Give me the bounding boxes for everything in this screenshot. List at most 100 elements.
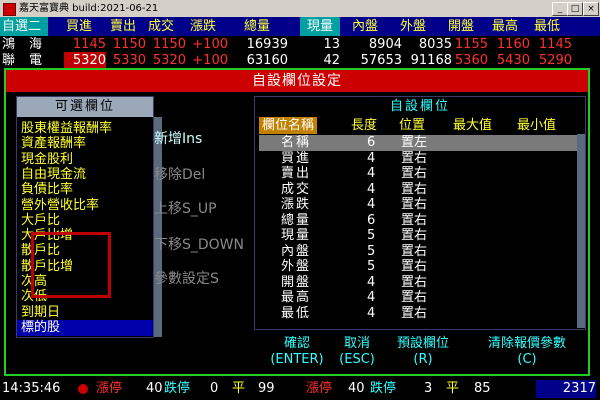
available-column-item[interactable]: 大戶比 — [21, 213, 151, 229]
parameter-settings-button[interactable]: 參數設定S — [154, 268, 219, 288]
field-position: 置右 — [401, 197, 428, 212]
col-header-low[interactable]: 最低 — [534, 17, 560, 36]
col-header-ask[interactable]: 賣出 — [110, 17, 136, 36]
field-position: 置右 — [401, 181, 428, 197]
move-down-button[interactable]: 下移S_DOWN — [154, 234, 244, 254]
custom-column-row[interactable]: 總量 6 置右 — [259, 213, 577, 229]
col-header-last[interactable]: 成交 — [148, 17, 174, 36]
field-position: 置左 — [401, 135, 428, 150]
custom-column-row[interactable]: 現量 5 置右 — [259, 228, 577, 244]
minimize-button[interactable]: _ — [552, 2, 568, 16]
limit-up-count-2: 40 — [348, 381, 365, 396]
field-name: 總量 — [281, 212, 312, 228]
field-length: 6 — [367, 135, 376, 150]
custom-columns-title: 自設欄位 — [389, 99, 450, 114]
zero-count: 0 — [210, 381, 219, 396]
field-position: 置右 — [401, 228, 428, 243]
limit-up-count: 40 — [146, 381, 163, 396]
field-name: 外盤 — [281, 259, 312, 274]
available-column-item[interactable]: 負債比率 — [21, 182, 151, 198]
field-length: 4 — [367, 166, 376, 181]
clear-quote-params-button[interactable]: 清除報價參數 (C) — [472, 336, 582, 368]
col-header-length: 長度 — [351, 118, 378, 133]
col-header-outer[interactable]: 外盤 — [400, 17, 426, 36]
field-length: 6 — [367, 212, 376, 228]
field-length: 4 — [367, 305, 376, 321]
left-scrollbar[interactable] — [154, 117, 162, 337]
field-length: 4 — [367, 181, 376, 197]
default-columns-key: (R) — [413, 352, 433, 367]
field-name: 現量 — [281, 228, 312, 243]
custom-columns-panel: 自設欄位 欄位名稱 長度 位置 最大值 最小值 名稱 6 置左 買進 4 置右 賣出 4 置右成… — [254, 96, 586, 330]
close-button[interactable]: × — [583, 2, 599, 16]
custom-column-row[interactable]: 買進 4 置右 — [259, 151, 577, 167]
status-bar: 14:35:46 漲停 40 跌停 0 平 99 漲停 40 跌停 3 平 85… — [0, 378, 600, 400]
available-columns-title: 可選欄位 — [17, 97, 153, 117]
available-column-item[interactable]: 資產報酬率 — [21, 136, 151, 152]
available-column-item[interactable]: 到期日 — [21, 305, 151, 321]
col-header-change[interactable]: 漲跌 — [190, 17, 216, 36]
clear-quote-params-key: (C) — [517, 352, 537, 367]
highlight-box — [31, 232, 111, 298]
limit-up-label-2: 漲停 — [306, 381, 333, 396]
field-name: 開盤 — [281, 274, 312, 290]
quote-table-header: 自選二 買進 賣出 成交 漲跌 總量 現量 內盤 外盤 開盤 最高 最低 — [0, 17, 600, 36]
field-position: 置右 — [401, 166, 428, 181]
col-header-bid[interactable]: 買進 — [66, 17, 92, 36]
custom-columns-dialog: 自設欄位設定 可選欄位 股東權益報酬率 資產報酬率 現金股利 自由現金流 負債比率 營外營… — [4, 68, 590, 376]
limit-up-label: 漲停 — [96, 381, 123, 396]
field-length: 4 — [367, 290, 376, 305]
col-header-position: 位置 — [399, 118, 426, 133]
col-header-min: 最小值 — [517, 118, 557, 133]
field-position: 置右 — [401, 212, 428, 228]
field-position: 置右 — [401, 290, 428, 305]
field-name: 內盤 — [281, 243, 312, 259]
field-name: 賣出 — [281, 166, 312, 181]
flat-label: 平 — [232, 381, 246, 396]
available-column-item[interactable]: 標的股 — [17, 319, 153, 336]
col-header-open[interactable]: 開盤 — [448, 17, 474, 36]
limit-down-label: 跌停 — [164, 381, 191, 396]
record-indicator-icon — [78, 384, 88, 394]
right-scrollbar[interactable] — [577, 134, 585, 328]
field-position: 置右 — [401, 274, 428, 290]
flat-count-2: 85 — [474, 381, 491, 396]
down-count-2: 3 — [424, 381, 433, 396]
app-icon — [3, 3, 16, 16]
window-title-bar: 嘉天富寶典 build:2021-06-21 _ □ × — [0, 0, 600, 17]
field-length: 4 — [367, 150, 376, 166]
custom-column-row[interactable]: 內盤 5 置右 — [259, 244, 577, 260]
col-header-inner[interactable]: 內盤 — [352, 17, 378, 36]
col-header-current[interactable]: 現量 — [300, 17, 340, 36]
field-name: 最低 — [281, 305, 312, 321]
available-columns-panel: 可選欄位 股東權益報酬率 資產報酬率 現金股利 自由現金流 負債比率 營外營收比率 大戶比大… — [16, 96, 162, 338]
maximize-button[interactable]: □ — [567, 2, 583, 16]
default-columns-button[interactable]: 預設欄位 (R) — [378, 336, 468, 368]
col-header-volume[interactable]: 總量 — [244, 17, 270, 36]
remove-button[interactable]: 移除Del — [154, 164, 205, 184]
custom-columns-header: 欄位名稱 長度 位置 最大值 最小值 — [259, 117, 577, 134]
field-name: 名稱 — [281, 135, 312, 150]
field-name: 成交 — [281, 181, 312, 197]
move-up-button[interactable]: 上移S_UP — [154, 198, 217, 218]
available-column-item[interactable]: 現金股利 — [21, 152, 151, 168]
available-column-item[interactable]: 自由現金流 — [21, 167, 151, 183]
available-column-item[interactable]: 股東權益報酬率 — [21, 121, 151, 137]
custom-column-row[interactable]: 成交 4 置右 — [259, 182, 577, 198]
custom-column-row[interactable]: 賣出 4 置右 — [259, 166, 577, 182]
col-header-max: 最大值 — [453, 118, 493, 133]
custom-column-row[interactable]: 開盤 4 置右 — [259, 275, 577, 291]
custom-column-row[interactable]: 最低 4 置右 — [259, 306, 577, 322]
custom-column-row[interactable]: 外盤 5 置右 — [259, 259, 577, 275]
col-header-high[interactable]: 最高 — [492, 17, 518, 36]
available-column-item[interactable]: 營外營收比率 — [21, 198, 151, 214]
custom-column-row[interactable]: 名稱 6 置左 — [259, 135, 577, 151]
limit-down-label-2: 跌停 — [370, 381, 397, 396]
field-name: 漲跌 — [281, 197, 312, 212]
custom-column-row[interactable]: 最高 4 置右 — [259, 290, 577, 306]
group-tab[interactable]: 自選二 — [0, 17, 48, 36]
add-button[interactable]: 新增Ins — [154, 128, 202, 148]
col-header-field-name: 欄位名稱 — [259, 117, 318, 134]
custom-column-row[interactable]: 漲跌 4 置右 — [259, 197, 577, 213]
window-title: 嘉天富寶典 build:2021-06-21 — [19, 3, 159, 14]
